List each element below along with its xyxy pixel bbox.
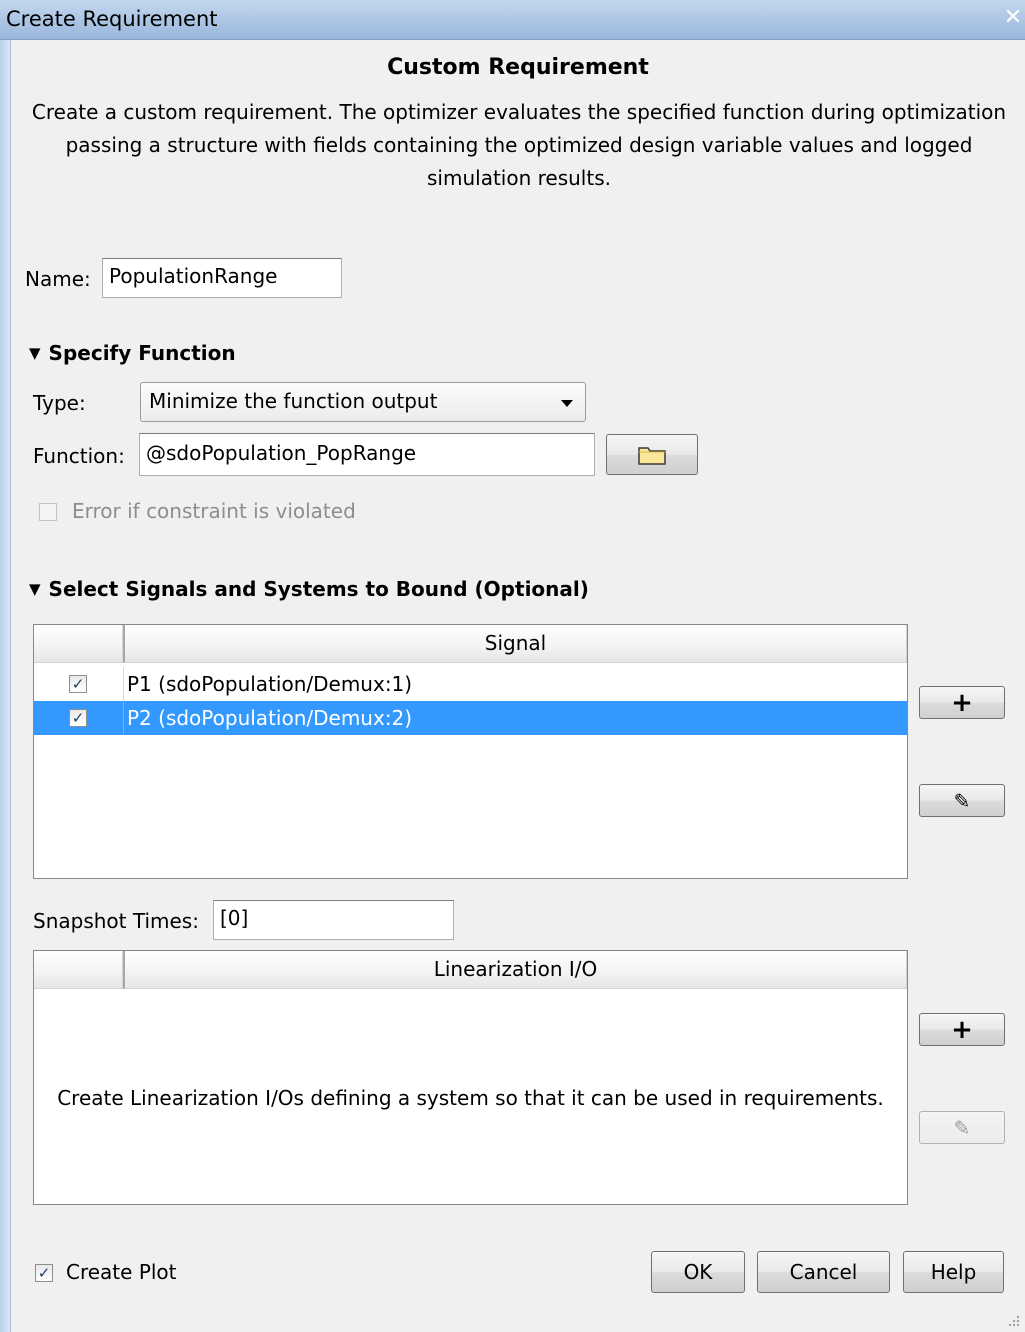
row-checkbox[interactable]: ✓ [69,675,87,693]
add-linearization-button[interactable]: + [919,1013,1005,1046]
dialog-description: Create a custom requirement. The optimiz… [31,100,1007,190]
pencil-icon: ✎ [953,1115,971,1140]
signals-section-header[interactable]: ▼ Select Signals and Systems to Bound (Op… [29,577,589,601]
edit-linearization-button[interactable]: ✎ [919,1111,1005,1144]
signals-section-title: Select Signals and Systems to Bound (Opt… [48,577,589,601]
column-divider [123,667,124,701]
ok-button[interactable]: OK [651,1251,745,1293]
folder-icon [638,446,666,465]
signal-label: P2 (sdoPopulation/Demux:2) [127,706,413,730]
plus-icon: + [951,1014,973,1045]
signals-column-header[interactable]: Signal [123,625,907,663]
signal-label: P1 (sdoPopulation/Demux:1) [127,672,413,696]
collapse-triangle-icon: ▼ [29,344,41,362]
name-label: Name: [25,267,91,291]
table-row-selected[interactable]: ✓ P2 (sdoPopulation/Demux:2) [34,701,907,735]
table-row[interactable]: ✓ P1 (sdoPopulation/Demux:1) [34,667,907,701]
dialog-heading: Custom Requirement [387,55,649,80]
help-button[interactable]: Help [903,1251,1004,1293]
snapshot-times-input[interactable]: [0] [213,900,454,940]
create-plot-label: Create Plot [66,1260,177,1284]
collapse-triangle-icon: ▼ [29,580,41,598]
linearization-column-header[interactable]: Linearization I/O [123,951,907,989]
specify-function-header[interactable]: ▼ Specify Function [29,341,236,365]
browse-button[interactable] [606,434,698,475]
type-dropdown[interactable]: Minimize the function output [140,382,586,422]
signals-table: Signal ✓ P1 (sdoPopulation/Demux:1) ✓ P2… [33,624,908,879]
window-frame [0,40,11,1332]
snapshot-times-label: Snapshot Times: [33,909,199,933]
function-label: Function: [33,444,125,468]
function-input[interactable]: @sdoPopulation_PopRange [139,433,595,476]
row-checkbox[interactable]: ✓ [69,709,87,727]
cancel-button[interactable]: Cancel [757,1251,890,1293]
chevron-down-icon [561,400,573,407]
type-dropdown-value: Minimize the function output [149,389,438,413]
specify-function-title: Specify Function [48,341,236,365]
linearization-table: Linearization I/O Create Linearization I… [33,950,908,1205]
add-signal-button[interactable]: + [919,686,1005,719]
window-title: Create Requirement [6,7,218,31]
type-label: Type: [33,391,86,415]
resize-grip-icon[interactable] [1005,1312,1021,1328]
plus-icon: + [951,687,973,718]
signals-check-column-header [34,625,123,663]
close-icon[interactable]: ✕ [1002,4,1024,32]
name-input[interactable]: PopulationRange [102,258,342,298]
error-if-violated-checkbox[interactable] [39,503,57,521]
pencil-icon: ✎ [953,788,971,813]
column-divider [123,701,124,735]
edit-signal-button[interactable]: ✎ [919,784,1005,817]
linearization-empty-message: Create Linearization I/Os defining a sys… [57,1086,884,1110]
error-if-violated-label: Error if constraint is violated [72,499,356,523]
linearization-check-column-header [34,951,123,989]
create-plot-checkbox[interactable]: ✓ [35,1264,53,1282]
